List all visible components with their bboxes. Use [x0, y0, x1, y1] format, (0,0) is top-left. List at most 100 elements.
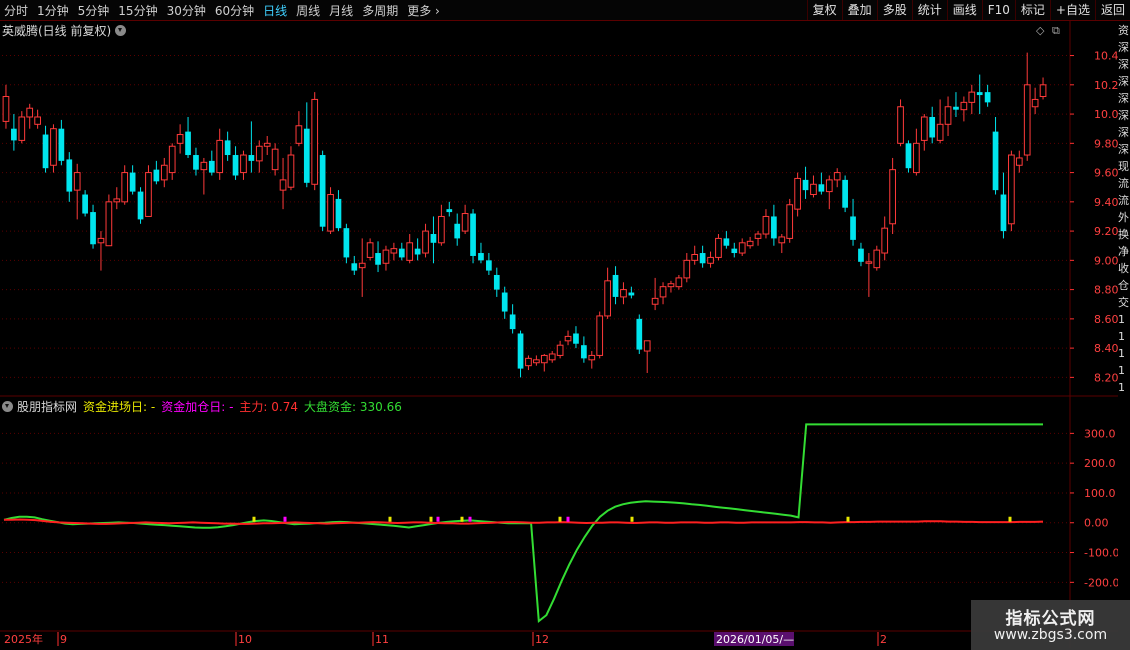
candle-body [58, 128, 65, 161]
candle-body [224, 140, 231, 156]
candle-body [216, 139, 224, 174]
indicator-header: 股朋指标网 资金进场日: - 资金加仓日: - 主力: 0.74 大盘资金: 330.… [2, 398, 408, 414]
candle-body [82, 194, 88, 214]
strip-char-6: 深 [1118, 126, 1129, 139]
candle-body [509, 314, 516, 330]
candle-body [881, 227, 889, 254]
candle-body [723, 238, 730, 246]
candle-body [105, 201, 113, 247]
candle-body [185, 131, 191, 156]
candle-body [691, 253, 699, 261]
candle-body [929, 116, 936, 138]
strip-char-16: 交 [1118, 296, 1129, 309]
candle-body [850, 216, 856, 240]
time-label: 11 [375, 633, 389, 646]
candle-body [651, 297, 659, 305]
strip-char-7: 深 [1118, 143, 1129, 156]
candle-body [375, 253, 381, 265]
candle-body [612, 274, 619, 297]
candle-body [1039, 84, 1047, 98]
candle-body [889, 169, 896, 225]
candle-body [271, 148, 279, 171]
candle-body [968, 91, 976, 103]
candle-body [540, 354, 548, 364]
candle-body [327, 194, 334, 232]
candle-body [517, 333, 524, 369]
indicator-lines [3, 423, 1044, 624]
candle-body [406, 242, 414, 261]
candle-body [525, 357, 532, 367]
strip-char-5: 深 [1118, 109, 1129, 122]
signal-marker [429, 516, 433, 522]
candle-body [73, 172, 81, 191]
candle-body [573, 333, 579, 344]
candle-body [263, 142, 271, 147]
candle-body [160, 164, 168, 181]
indicator-label-1: 资金加仓日: - [161, 399, 234, 414]
candle-body [398, 248, 405, 258]
candle-body [842, 179, 848, 208]
price-label: 8.60 [1094, 313, 1118, 326]
candle-body [738, 242, 746, 254]
candle-body [145, 172, 152, 217]
strip-char-3: 深 [1118, 75, 1129, 88]
indicator-axis-label: -100.0 [1084, 547, 1118, 560]
candle-body [771, 216, 777, 239]
signal-marker [1008, 516, 1012, 522]
candle-body [548, 353, 556, 361]
time-label: 9 [60, 633, 67, 646]
strip-char-1: 深 [1118, 41, 1129, 54]
indicator-grid [2, 432, 1070, 583]
signal-marker [566, 516, 570, 522]
indicator-axis-label: 300.0 [1084, 427, 1116, 440]
signal-marker [460, 516, 464, 522]
candle-body [279, 179, 287, 191]
candle-body [810, 183, 817, 196]
candle-body [255, 145, 263, 162]
candle-body [762, 215, 770, 235]
chevron-down-icon[interactable] [2, 400, 13, 412]
signal-marker [630, 516, 634, 522]
candle-body [897, 106, 904, 144]
right-info-strip[interactable]: 资深深深深深深深现流流外换净收仓交11111 [1118, 22, 1130, 396]
indicator-axis-label: 100.0 [1084, 487, 1116, 500]
date-cursor-label: 2026/01/05/— [716, 633, 794, 646]
candle-body [311, 98, 319, 185]
kline-chart[interactable]: 10.40 10.20 10.00 9.80 9.60 9.40 9.20 9.00 8.80 8… [0, 0, 1118, 650]
candle-body [351, 263, 358, 271]
candle-body [129, 172, 136, 192]
candle-body [486, 260, 492, 271]
signal-marker [388, 516, 392, 522]
price-label: 9.00 [1094, 254, 1118, 267]
candle-body [208, 160, 215, 173]
main-force-line [4, 518, 1044, 525]
candle-body [1000, 194, 1007, 232]
candle-body [533, 359, 540, 364]
candle-body [438, 215, 445, 244]
indicator-name[interactable]: 股朋指标网 [17, 398, 77, 415]
candle-body [26, 107, 34, 118]
price-label: 8.20 [1094, 371, 1118, 384]
candle-body [113, 198, 121, 203]
candle-body [50, 128, 57, 166]
candle-body [137, 191, 144, 220]
candle-body [200, 161, 208, 171]
candle-body [936, 123, 944, 141]
strip-char-4: 深 [1118, 92, 1129, 105]
candle-body [248, 155, 255, 161]
strip-char-17: 1 [1118, 313, 1125, 326]
candle-body [461, 213, 469, 232]
candle-body [953, 106, 959, 110]
candle-body [240, 154, 247, 174]
candle-body [944, 106, 952, 125]
candle-body [794, 177, 801, 210]
candle-body [478, 253, 484, 261]
candle-body [628, 292, 635, 296]
strip-char-19: 1 [1118, 347, 1125, 360]
candle-body [564, 335, 572, 342]
candle-body [97, 237, 105, 244]
candle-body [390, 248, 398, 254]
price-label: 8.40 [1094, 342, 1118, 355]
candle-body [18, 116, 26, 141]
candle-body [193, 155, 199, 170]
